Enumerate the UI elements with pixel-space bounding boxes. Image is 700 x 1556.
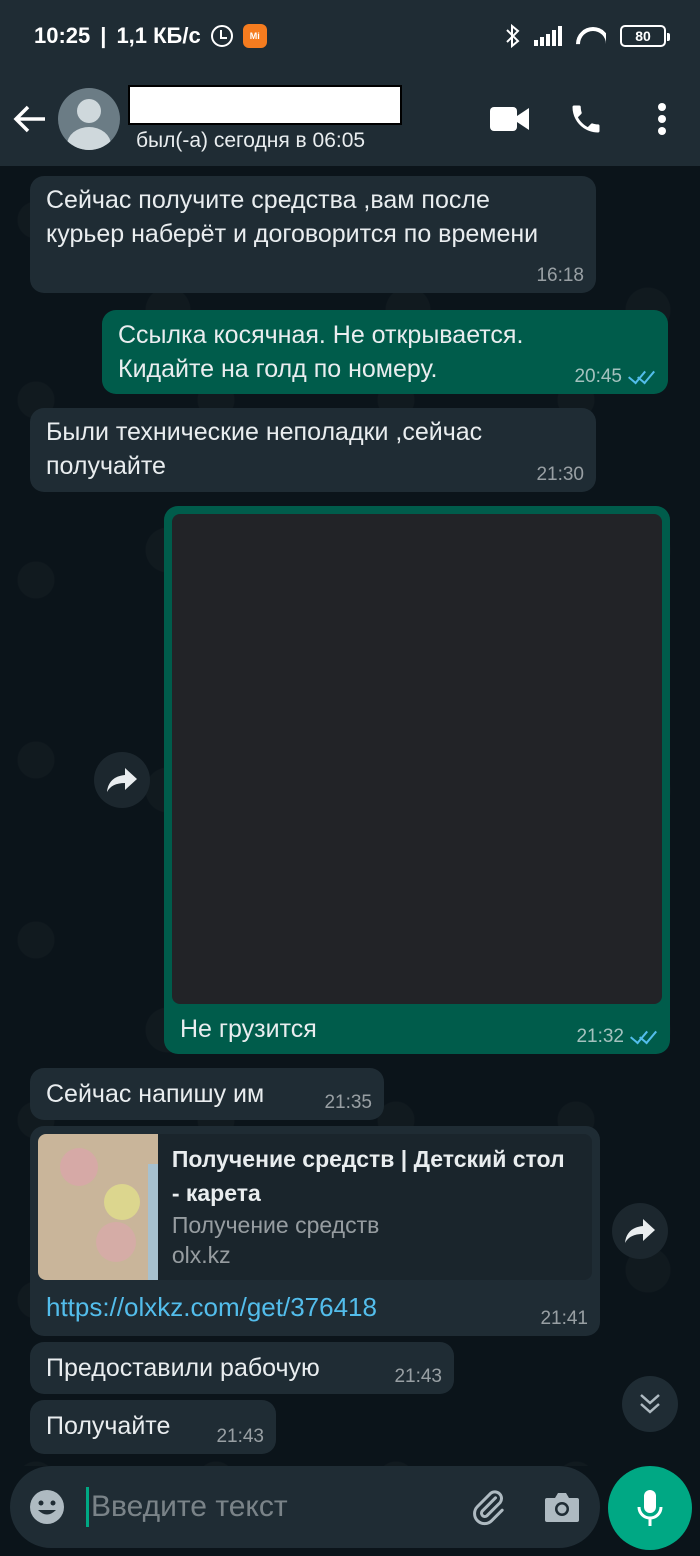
- message-text: Предоставили рабочую: [46, 1354, 320, 1382]
- avatar[interactable]: [58, 88, 120, 150]
- forward-button[interactable]: [612, 1203, 668, 1259]
- message-incoming[interactable]: Предоставили рабочую 21:43: [30, 1342, 454, 1394]
- message-meta: 21:32: [576, 1025, 658, 1048]
- forward-icon: [107, 768, 137, 792]
- back-button[interactable]: [2, 72, 58, 166]
- message-outgoing-image[interactable]: Не грузится 21:32: [164, 506, 670, 1054]
- phone-icon: [572, 105, 600, 133]
- link-preview-domain: olx.kz: [171, 1242, 231, 1268]
- double-chevron-down-icon: [640, 1394, 660, 1414]
- read-receipt-icon: [630, 1025, 658, 1045]
- network-speed: 1,1 КБ/с: [116, 23, 201, 48]
- status-divider: |: [100, 23, 107, 48]
- bluetooth-icon: [506, 24, 520, 48]
- message-incoming[interactable]: Получайте 21:43: [30, 1400, 276, 1454]
- emoji-icon: [30, 1490, 64, 1524]
- message-time: 21:43: [216, 1426, 264, 1447]
- chat-area[interactable]: Сейчас получите средства ,вам после курь…: [0, 166, 700, 1466]
- battery-icon: 80: [620, 25, 670, 47]
- read-receipt-icon: [628, 365, 656, 385]
- status-time: 10:25: [34, 23, 91, 48]
- camera-icon: [545, 1493, 579, 1522]
- contact-name-redacted: [128, 85, 402, 125]
- more-options-button[interactable]: [624, 72, 700, 166]
- mi-app-icon: Mi: [242, 24, 267, 48]
- alarm-icon: [210, 25, 233, 47]
- link-preview[interactable]: Получение средств | Детский стол - карет…: [38, 1134, 592, 1280]
- status-bar: 10:25 | 1,1 КБ/с Mi 80: [0, 0, 700, 72]
- message-time: 16:18: [536, 265, 584, 286]
- message-link[interactable]: https://olxkz.com/get/376418: [46, 1290, 377, 1324]
- message-text: Были технические неполадки ,сейчас получ…: [46, 418, 483, 480]
- battery-level: 80: [635, 28, 651, 44]
- message-input[interactable]: [91, 1490, 451, 1524]
- emoji-button[interactable]: [10, 1466, 84, 1548]
- message-time: 21:43: [394, 1366, 442, 1387]
- message-composer: [10, 1466, 600, 1548]
- chat-header: был(-а) сегодня в 06:05: [0, 72, 700, 166]
- message-incoming[interactable]: Были технические неполадки ,сейчас получ…: [30, 408, 596, 492]
- link-preview-description: Получение средств: [171, 1212, 380, 1238]
- voice-record-button[interactable]: [608, 1466, 692, 1550]
- message-text: Сейчас получите средства ,вам после курь…: [46, 186, 539, 248]
- message-text: Ссылка косячная. Не открывается. Кидайте…: [118, 321, 524, 383]
- message-outgoing[interactable]: Ссылка косячная. Не открывается. Кидайте…: [102, 310, 668, 394]
- message-incoming[interactable]: Сейчас получите средства ,вам после курь…: [30, 176, 596, 293]
- header-actions: [472, 72, 700, 166]
- voice-call-button[interactable]: [548, 72, 624, 166]
- camera-button[interactable]: [525, 1466, 599, 1548]
- microphone-icon: [637, 1490, 663, 1526]
- more-vert-icon: [658, 103, 666, 135]
- forward-button[interactable]: [94, 752, 150, 808]
- message-time: 21:41: [540, 1308, 588, 1329]
- wifi-icon: [576, 25, 606, 47]
- message-incoming[interactable]: Сейчас напишу им 21:35: [30, 1068, 384, 1120]
- message-time: 21:35: [324, 1092, 372, 1113]
- video-call-icon: [490, 107, 529, 131]
- contact-last-seen: был(-а) сегодня в 06:05: [136, 129, 366, 152]
- link-preview-info: Получение средств | Детский стол - карет…: [158, 1134, 592, 1280]
- image-not-loaded[interactable]: [172, 514, 662, 1004]
- message-time: 21:32: [576, 1026, 624, 1047]
- attach-button[interactable]: [451, 1466, 525, 1548]
- image-caption: Не грузится: [180, 1015, 317, 1043]
- contact-info[interactable]: был(-а) сегодня в 06:05: [128, 85, 408, 153]
- status-right: 80: [506, 24, 670, 48]
- signal-icon: [534, 26, 562, 46]
- forward-icon: [625, 1219, 655, 1243]
- status-left: 10:25 | 1,1 КБ/с Mi: [34, 23, 267, 49]
- video-call-button[interactable]: [472, 72, 548, 166]
- text-caret: [86, 1487, 89, 1527]
- message-time: 20:45: [574, 366, 622, 387]
- message-meta: 20:45: [574, 365, 656, 388]
- message-incoming-link[interactable]: Получение средств | Детский стол - карет…: [30, 1126, 600, 1336]
- scroll-to-bottom-button[interactable]: [622, 1376, 678, 1432]
- paperclip-icon: [473, 1490, 504, 1526]
- message-time: 21:30: [536, 464, 584, 485]
- link-preview-title: Получение средств | Детский стол - карет…: [171, 1146, 565, 1206]
- link-preview-image: [38, 1134, 158, 1280]
- back-arrow-icon: [13, 105, 45, 133]
